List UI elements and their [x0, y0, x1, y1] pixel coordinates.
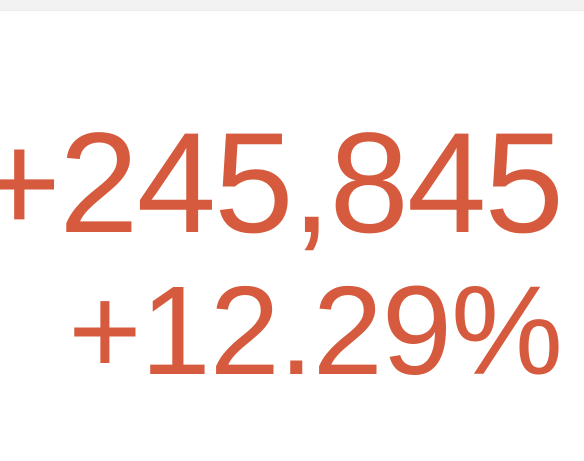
percent-change-value: +12.29% — [68, 260, 563, 401]
change-panel: +245,845 +12.29% — [0, 0, 584, 461]
top-divider — [0, 0, 584, 11]
absolute-change-value: +245,845 — [0, 104, 564, 263]
change-values: +245,845 +12.29% — [0, 104, 564, 401]
